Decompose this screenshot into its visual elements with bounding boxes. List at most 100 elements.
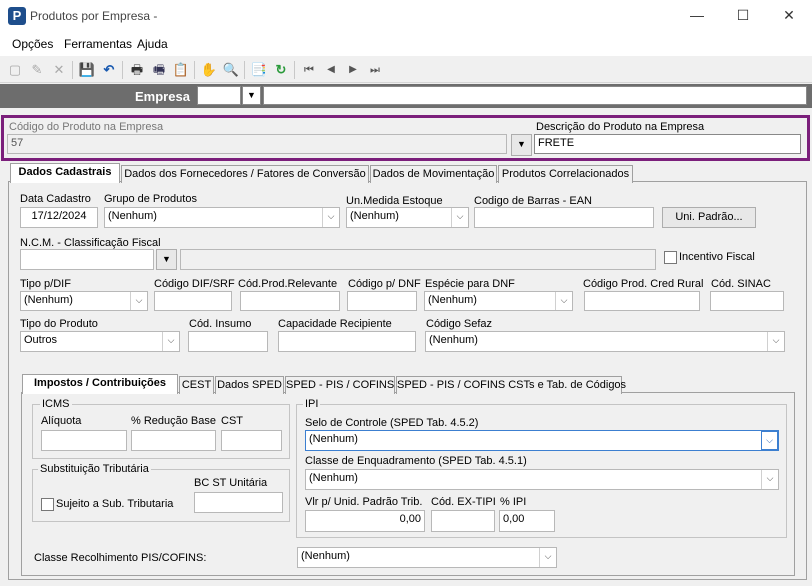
- descricao-produto-label: Descrição do Produto na Empresa: [536, 121, 705, 133]
- classe-pis-cofins-select[interactable]: (Nenhum) ⌵: [297, 547, 557, 568]
- selo-controle-select[interactable]: (Nenhum) ⌵: [305, 430, 779, 451]
- codigo-produto-dropdown-button[interactable]: ▼: [511, 134, 532, 156]
- minimize-button[interactable]: —: [674, 0, 720, 32]
- chevron-down-icon: ⌵: [761, 470, 778, 489]
- toolbar-separator: [122, 61, 123, 79]
- codigo-dnf-input[interactable]: [347, 291, 417, 311]
- undo-icon[interactable]: ↶: [100, 61, 118, 79]
- maximize-button[interactable]: ☐: [720, 0, 766, 32]
- especie-dnf-select[interactable]: (Nenhum) ⌵: [424, 291, 573, 311]
- app-logo-icon: P: [8, 7, 26, 25]
- unidade-medida-label: Un.Medida Estoque: [346, 195, 443, 207]
- subtab-sped-pis-cofins[interactable]: SPED - PIS / COFINS: [285, 376, 395, 394]
- vlr-unid-input[interactable]: 0,00: [305, 510, 425, 532]
- cod-insumo-label: Cód. Insumo: [189, 318, 252, 330]
- incentivo-fiscal-checkbox[interactable]: [664, 251, 677, 264]
- pct-ipi-label: % IPI: [500, 496, 527, 508]
- codigo-barras-input[interactable]: [474, 207, 654, 228]
- prev-record-icon[interactable]: ◀: [322, 61, 340, 79]
- codigo-sefaz-select[interactable]: (Nenhum) ⌵: [425, 331, 785, 352]
- data-cadastro-input[interactable]: 17/12/2024: [20, 207, 98, 228]
- bc-st-unitaria-label: BC ST Unitária: [194, 477, 268, 489]
- classe-enquadramento-select[interactable]: (Nenhum) ⌵: [305, 469, 779, 490]
- save-icon[interactable]: 💾: [78, 61, 96, 79]
- codigo-produto-label: Código do Produto na Empresa: [9, 121, 164, 133]
- last-record-icon[interactable]: ⏭: [366, 61, 384, 79]
- selo-controle-label: Selo de Controle (SPED Tab. 4.5.2): [305, 417, 479, 429]
- incentivo-fiscal-label: Incentivo Fiscal: [679, 251, 755, 263]
- codigo-barras-label: Codigo de Barras - EAN: [474, 195, 592, 207]
- empresa-code-input[interactable]: [197, 86, 241, 105]
- reducao-base-label: % Redução Base: [131, 415, 216, 427]
- reducao-base-input[interactable]: [131, 430, 216, 451]
- print-icon[interactable]: 🖶: [128, 61, 146, 79]
- bc-st-unitaria-input[interactable]: [194, 492, 283, 513]
- codigo-sefaz-label: Código Sefaz: [426, 318, 493, 330]
- sinac-input[interactable]: [710, 291, 784, 311]
- aliquota-input[interactable]: [41, 430, 127, 451]
- chevron-down-icon: ⌵: [451, 208, 468, 227]
- properties-icon[interactable]: 📑: [250, 61, 268, 79]
- tab-produtos-correlacionados[interactable]: Produtos Correlacionados: [498, 165, 633, 183]
- ex-tipi-input[interactable]: [431, 510, 495, 532]
- cst-input[interactable]: [221, 430, 282, 451]
- st-group-label: Substituição Tributária: [38, 463, 151, 475]
- subtab-sped-csts[interactable]: SPED - PIS / COFINS CSTs e Tab. de Códig…: [396, 376, 626, 394]
- toolbar-separator: [244, 61, 245, 79]
- new-icon[interactable]: ▢: [6, 61, 24, 79]
- cred-rural-label: Código Prod. Cred Rural: [583, 278, 704, 290]
- refresh-icon[interactable]: ↻: [272, 61, 290, 79]
- menu-ferramentas[interactable]: Ferramentas: [64, 37, 132, 51]
- codigo-produto-input[interactable]: 57: [7, 134, 507, 154]
- tipo-produto-select[interactable]: Outros ⌵: [20, 331, 180, 352]
- search-icon[interactable]: 🔍: [222, 61, 240, 79]
- aliquota-label: Alíquota: [41, 415, 82, 427]
- print-preview-icon[interactable]: 🖷: [150, 61, 168, 79]
- toolbar-separator: [294, 61, 295, 79]
- ncm-input[interactable]: [20, 249, 154, 270]
- ncm-dropdown-button[interactable]: ▼: [156, 249, 177, 270]
- tipo-dif-select[interactable]: (Nenhum) ⌵: [20, 291, 148, 311]
- pct-ipi-input[interactable]: 0,00: [499, 510, 555, 532]
- codigo-dif-input[interactable]: [154, 291, 232, 311]
- cod-insumo-input[interactable]: [188, 331, 268, 352]
- ex-tipi-label: Cód. EX-TIPI: [431, 496, 496, 508]
- menu-opcoes[interactable]: Opções: [12, 37, 53, 51]
- especie-dnf-label: Espécie para DNF: [425, 278, 515, 290]
- first-record-icon[interactable]: ⏮: [300, 61, 318, 79]
- data-cadastro-label: Data Cadastro: [20, 193, 91, 205]
- cod-prod-relevante-input[interactable]: [240, 291, 340, 311]
- cred-rural-input[interactable]: [584, 291, 700, 311]
- hand-icon[interactable]: ✋: [200, 61, 218, 79]
- empresa-dropdown-button[interactable]: ▼: [242, 86, 261, 105]
- ipi-group-label: IPI: [303, 398, 321, 410]
- subtab-dados-sped[interactable]: Dados SPED: [215, 376, 284, 394]
- capacidade-input[interactable]: [278, 331, 416, 352]
- tab-dados-fornecedores[interactable]: Dados dos Fornecedores / Fatores de Conv…: [121, 165, 369, 183]
- delete-icon[interactable]: ✕: [50, 61, 68, 79]
- chevron-down-icon: ⌵: [555, 292, 572, 310]
- uni-padrao-button[interactable]: Uni. Padrão...: [662, 207, 756, 228]
- window-title: Produtos por Empresa -: [30, 9, 158, 23]
- grupo-produtos-select[interactable]: (Nenhum) ⌵: [104, 207, 340, 228]
- chevron-down-icon: ⌵: [767, 332, 784, 351]
- tab-dados-movimentacao[interactable]: Dados de Movimentação: [370, 165, 497, 183]
- unidade-medida-select[interactable]: (Nenhum) ⌵: [346, 207, 469, 228]
- toolbar-separator: [194, 61, 195, 79]
- edit-icon[interactable]: ✎: [28, 61, 46, 79]
- sujeito-st-checkbox[interactable]: [41, 498, 54, 511]
- subtab-impostos[interactable]: Impostos / Contribuições: [22, 374, 178, 394]
- next-record-icon[interactable]: ▶: [344, 61, 362, 79]
- menu-ajuda[interactable]: Ajuda: [137, 37, 168, 51]
- subtab-cest[interactable]: CEST: [179, 376, 214, 394]
- empresa-name-input[interactable]: [263, 86, 807, 105]
- descricao-produto-input[interactable]: FRETE: [534, 134, 801, 154]
- codigo-dif-label: Código DIF/SRF: [154, 278, 235, 290]
- chevron-down-icon: ⌵: [322, 208, 339, 227]
- close-button[interactable]: ✕: [766, 0, 812, 32]
- export-icon[interactable]: 📋: [172, 61, 190, 79]
- tab-dados-cadastrais[interactable]: Dados Cadastrais: [10, 163, 120, 183]
- classe-enquadramento-label: Classe de Enquadramento (SPED Tab. 4.5.1…: [305, 455, 527, 467]
- empresa-label: Empresa: [135, 89, 190, 104]
- cst-label: CST: [221, 415, 243, 427]
